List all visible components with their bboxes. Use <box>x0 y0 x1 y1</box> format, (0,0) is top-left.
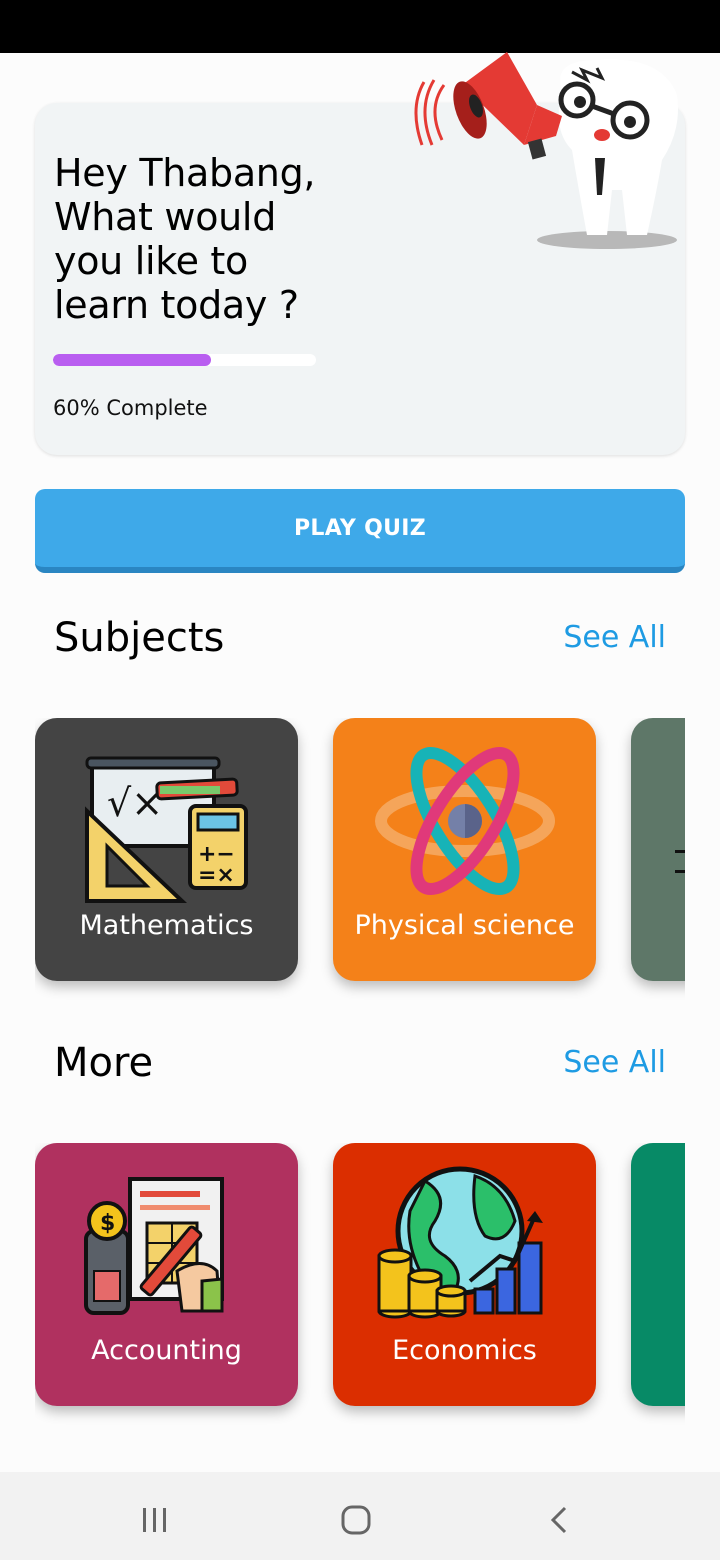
subject-label: Accounting <box>91 1335 242 1366</box>
subjects-see-all-link[interactable]: See All <box>563 620 666 655</box>
svg-text:$: $ <box>100 1211 115 1236</box>
svg-text:=×: =× <box>198 863 235 888</box>
subject-card-partial[interactable] <box>631 1143 685 1406</box>
atom-icon <box>374 746 555 896</box>
economics-icon <box>377 1166 543 1319</box>
play-quiz-button[interactable]: PLAY QUIZ <box>35 489 685 573</box>
more-carousel[interactable]: $ Accounting Economics <box>35 1143 685 1443</box>
back-icon[interactable] <box>540 1500 580 1540</box>
system-nav-bar <box>0 1472 720 1560</box>
progress-bar <box>53 354 316 366</box>
mascot-megaphone-icon <box>414 52 678 249</box>
subject-card-mathematics[interactable]: √× +− =× Mathematics <box>35 718 298 981</box>
more-see-all-link[interactable]: See All <box>563 1045 666 1080</box>
subject-card-physical-science[interactable]: Physical science <box>333 718 596 981</box>
status-bar <box>0 0 720 53</box>
subjects-title: Subjects <box>54 615 225 661</box>
partial-icon-mark <box>675 870 685 873</box>
subject-card-partial[interactable] <box>631 718 685 981</box>
svg-text:√×: √× <box>107 781 163 825</box>
greeting-text: Hey Thabang, What would you like to lear… <box>54 151 316 327</box>
recent-apps-icon[interactable] <box>135 1500 175 1540</box>
accounting-icon: $ <box>83 1177 224 1315</box>
home-icon[interactable] <box>337 1500 377 1540</box>
progress-label: 60% Complete <box>53 396 208 420</box>
subjects-carousel[interactable]: √× +− =× Mathematics Physical science <box>35 718 685 1018</box>
subject-label: Physical science <box>354 910 575 941</box>
subject-card-economics[interactable]: Economics <box>333 1143 596 1406</box>
subject-card-accounting[interactable]: $ Accounting <box>35 1143 298 1406</box>
more-title: More <box>54 1040 154 1086</box>
subject-label: Mathematics <box>79 910 254 941</box>
partial-icon-mark <box>675 850 685 853</box>
math-tools-icon: √× +− =× <box>84 756 248 903</box>
progress-fill <box>53 354 211 366</box>
subject-label: Economics <box>392 1335 537 1366</box>
